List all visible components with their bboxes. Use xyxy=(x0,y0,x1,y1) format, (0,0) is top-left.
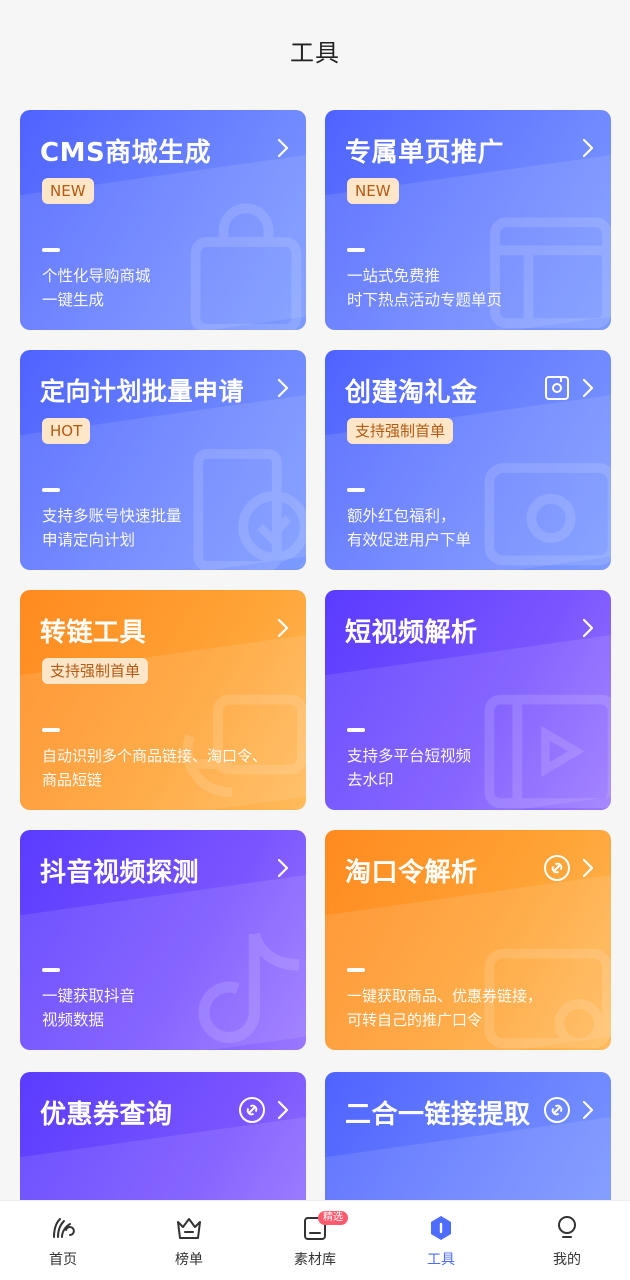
chevron-right-icon[interactable] xyxy=(276,618,290,638)
card-title: 转链工具 xyxy=(40,618,147,648)
chevron-right-icon[interactable] xyxy=(581,618,595,638)
card-title: 淘口令解析 xyxy=(345,858,478,888)
card-description: 自动识别多个商品链接、淘口令、 商品短链 xyxy=(42,744,290,792)
divider-dash xyxy=(42,728,60,732)
divider-dash xyxy=(42,968,60,972)
card-targeted-plan-apply[interactable]: 定向计划批量申请 HOT 支持多账号快速批量 申请定向计划 xyxy=(20,350,306,570)
tab-label: 工具 xyxy=(427,1252,455,1268)
card-cms-mall[interactable]: CMS商城生成 NEW 个性化导购商城 一键生成 xyxy=(20,110,306,330)
tab-label: 首页 xyxy=(49,1252,77,1268)
card-link-converter[interactable]: 转链工具 支持强制首单 自动识别多个商品链接、淘口令、 商品短链 xyxy=(20,590,306,810)
tab-home[interactable]: 首页 xyxy=(0,1201,126,1280)
divider-dash xyxy=(42,248,60,252)
card-douyin-video-detect[interactable]: 抖音视频探测 一键获取抖音 视频数据 xyxy=(20,830,306,1050)
page-title: 工具 xyxy=(290,38,340,67)
divider-dash xyxy=(347,248,365,252)
desc-line: 一键生成 xyxy=(42,291,105,309)
card-title: 创建淘礼金 xyxy=(345,378,478,408)
tools-page: 工具 CMS商城生成 NEW 个性化导购商城 一键生成 专属单页推广 NEW 一… xyxy=(0,0,630,1280)
title-bar: 工具 xyxy=(0,0,630,100)
gift-card-icon xyxy=(545,376,569,400)
desc-line: 一站式免费推 xyxy=(347,267,441,285)
chevron-right-icon[interactable] xyxy=(581,138,595,158)
card-description: 个性化导购商城 一键生成 xyxy=(42,264,290,312)
desc-line: 个性化导购商城 xyxy=(42,267,151,285)
card-landing-page-promo[interactable]: 专属单页推广 NEW 一站式免费推 时下热点活动专题单页 xyxy=(325,110,611,330)
chevron-right-icon[interactable] xyxy=(581,858,595,878)
first-order-badge: 支持强制首单 xyxy=(347,418,454,444)
bulb-icon xyxy=(558,1216,576,1238)
desc-line: 支持多账号快速批量 xyxy=(42,507,182,525)
desc-line: 去水印 xyxy=(347,771,394,789)
crown-basket-icon xyxy=(177,1218,201,1239)
desc-line: 申请定向计划 xyxy=(42,531,136,549)
link-icon xyxy=(544,1097,570,1123)
tab-ranking[interactable]: 榜单 xyxy=(126,1201,252,1280)
divider-dash xyxy=(347,968,365,972)
desc-line: 一键获取商品、优惠券链接， xyxy=(347,987,543,1005)
card-title: 优惠券查询 xyxy=(40,1100,173,1130)
card-description: 一键获取商品、优惠券链接， 可转自己的推广口令 xyxy=(347,984,595,1032)
tab-label: 榜单 xyxy=(175,1252,203,1268)
card-taokouling-parse[interactable]: 淘口令解析 一键获取商品、优惠券链接， 可转自己的推广口令 xyxy=(325,830,611,1050)
bottom-tab-bar: 首页 榜单 精选 素材库 工具 我的 xyxy=(0,1200,630,1280)
divider-dash xyxy=(42,488,60,492)
desc-line: 时下热点活动专题单页 xyxy=(347,291,503,309)
tab-tools[interactable]: 工具 xyxy=(378,1201,504,1280)
link-icon xyxy=(544,855,570,881)
card-create-taolijin[interactable]: 创建淘礼金 支持强制首单 额外红包福利， 有效促进用户下单 xyxy=(325,350,611,570)
featured-tag: 精选 xyxy=(318,1211,348,1225)
chevron-right-icon[interactable] xyxy=(581,1100,595,1120)
desc-line: 商品短链 xyxy=(42,771,103,789)
card-description: 一键获取抖音 视频数据 xyxy=(42,984,290,1032)
desc-line: 有效促进用户下单 xyxy=(347,531,472,549)
card-title: 二合一链接提取 xyxy=(345,1100,531,1130)
card-title: 抖音视频探测 xyxy=(40,858,200,888)
card-description: 一站式免费推 时下热点活动专题单页 xyxy=(347,264,595,312)
divider-dash xyxy=(347,488,365,492)
new-badge: NEW xyxy=(42,178,94,204)
card-short-video-parse[interactable]: 短视频解析 支持多平台短视频 去水印 xyxy=(325,590,611,810)
desc-line: 视频数据 xyxy=(42,1011,105,1029)
first-order-badge: 支持强制首单 xyxy=(42,658,149,684)
chevron-right-icon[interactable] xyxy=(581,378,595,398)
chevron-right-icon[interactable] xyxy=(276,378,290,398)
divider-dash xyxy=(347,728,365,732)
card-title: CMS商城生成 xyxy=(40,138,212,168)
card-description: 支持多账号快速批量 申请定向计划 xyxy=(42,504,290,552)
tab-label: 我的 xyxy=(553,1252,581,1268)
card-title: 专属单页推广 xyxy=(345,138,505,168)
tab-mine[interactable]: 我的 xyxy=(504,1201,630,1280)
card-description: 支持多平台短视频 去水印 xyxy=(347,744,595,792)
desc-line: 额外红包福利， xyxy=(347,507,456,525)
chevron-right-icon[interactable] xyxy=(276,858,290,878)
chevron-right-icon[interactable] xyxy=(276,138,290,158)
desc-line: 一键获取抖音 xyxy=(42,987,136,1005)
link-icon xyxy=(239,1097,265,1123)
tools-hexagon-icon xyxy=(431,1216,451,1240)
new-badge: NEW xyxy=(347,178,399,204)
desc-line: 可转自己的推广口令 xyxy=(347,1011,483,1029)
tab-label: 素材库 xyxy=(294,1252,336,1268)
card-description: 额外红包福利， 有效促进用户下单 xyxy=(347,504,595,552)
card-title: 定向计划批量申请 xyxy=(40,377,245,406)
desc-line: 支持多平台短视频 xyxy=(347,747,472,765)
card-title: 短视频解析 xyxy=(345,618,478,648)
home-icon xyxy=(53,1218,75,1238)
desc-line: 自动识别多个商品链接、淘口令、 xyxy=(42,747,268,765)
chevron-right-icon[interactable] xyxy=(276,1100,290,1120)
tab-material-library[interactable]: 精选 素材库 xyxy=(252,1201,378,1280)
hot-badge: HOT xyxy=(42,418,91,444)
